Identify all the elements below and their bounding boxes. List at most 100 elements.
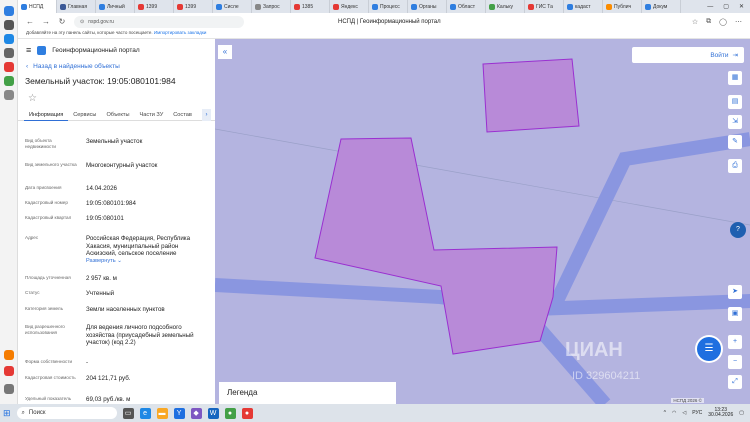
- tab-composition[interactable]: Состав: [168, 109, 197, 121]
- browser-tab[interactable]: Главная: [57, 0, 96, 13]
- store-icon[interactable]: ◆: [190, 407, 202, 419]
- chat-button[interactable]: ☰: [697, 337, 721, 361]
- tray-arrow-icon[interactable]: ^: [664, 410, 666, 416]
- watermark-id: ID 329604211: [572, 370, 641, 382]
- browser-tab[interactable]: Яндекс: [330, 0, 369, 13]
- back-icon[interactable]: ←: [26, 17, 34, 26]
- legend-label: Легенда: [227, 388, 258, 397]
- browser-tab[interactable]: Публич: [603, 0, 642, 13]
- browser-tab[interactable]: 1399: [174, 0, 213, 13]
- legend-bar[interactable]: Легенда: [219, 382, 396, 404]
- volume-icon[interactable]: ◁: [682, 410, 686, 416]
- draw-tool-icon[interactable]: ✎: [728, 135, 742, 149]
- close-icon[interactable]: ✕: [739, 3, 744, 10]
- zoom-out-icon[interactable]: −: [728, 355, 742, 369]
- info-label: Адрес: [25, 235, 39, 240]
- hamburger-menu-icon[interactable]: ≡: [26, 45, 31, 55]
- yandex-icon[interactable]: Y: [173, 407, 185, 419]
- profile-icon[interactable]: ◯: [719, 18, 727, 26]
- browser-tab-label: Област: [458, 3, 476, 10]
- info-value-text: 204 121,71 руб.: [86, 375, 131, 382]
- app-icon[interactable]: [4, 76, 14, 86]
- favorite-star-icon[interactable]: ☆: [18, 93, 215, 104]
- app-icon[interactable]: ●: [224, 407, 236, 419]
- login-button[interactable]: Войти ⇥: [632, 47, 744, 63]
- tab-info[interactable]: Информация: [24, 109, 69, 121]
- info-value: Учтенный: [86, 290, 204, 298]
- zoom-in-icon[interactable]: +: [728, 335, 742, 349]
- browser-tab[interactable]: Личный: [96, 0, 135, 13]
- network-icon[interactable]: ◠: [672, 410, 676, 416]
- expand-label: Развернуть: [86, 257, 116, 264]
- browser-tab[interactable]: Процесс: [369, 0, 408, 13]
- geolocation-icon[interactable]: ➤: [728, 285, 742, 299]
- app-icon[interactable]: [4, 34, 14, 44]
- print-tool-icon[interactable]: ⎙: [728, 159, 742, 173]
- browser-tab[interactable]: 1399: [135, 0, 174, 13]
- clock[interactable]: 13:23 30.04.2026: [708, 407, 733, 419]
- info-label: Удельный показатель: [25, 396, 72, 401]
- tab-services[interactable]: Сервисы: [68, 109, 101, 121]
- layers-tool-icon[interactable]: ▦: [728, 71, 742, 85]
- notifications-icon[interactable]: ▢: [739, 410, 744, 416]
- expand-address-link[interactable]: Развернуть ⌄: [86, 258, 204, 266]
- tab-parts[interactable]: Части ЗУ: [135, 109, 169, 121]
- parcel-contour-2[interactable]: [314, 137, 558, 355]
- browser-tab[interactable]: Докум: [642, 0, 681, 13]
- menu-icon[interactable]: ⋯: [735, 18, 742, 26]
- help-icon[interactable]: ?: [730, 222, 746, 238]
- app-icon[interactable]: [4, 62, 14, 72]
- app-icon[interactable]: [4, 350, 14, 360]
- tab-favicon-icon: [528, 3, 534, 10]
- maximize-icon[interactable]: ▢: [723, 3, 729, 10]
- app-icon[interactable]: [4, 90, 14, 100]
- parcel-contour-1[interactable]: [482, 58, 580, 133]
- info-value: Многоконтурный участок: [86, 162, 204, 170]
- bookmark-star-icon[interactable]: ☆: [692, 18, 698, 26]
- tab-favicon-icon: [60, 3, 66, 10]
- map-view[interactable]: « Войти ⇥ ▦ ▤ ⇲ ✎ ⎙ ? ➤ ▣ + − ⤢ ЦИАН ID …: [215, 39, 750, 404]
- browser-tab-label: 1385: [302, 3, 314, 10]
- app-icon[interactable]: [4, 366, 14, 376]
- forward-icon[interactable]: →: [42, 17, 50, 26]
- extensions-icon[interactable]: ⧉: [706, 18, 711, 26]
- fullscreen-icon[interactable]: ⤢: [728, 375, 742, 389]
- taskbar-search[interactable]: ⌕ Поиск: [16, 407, 117, 419]
- app-icon[interactable]: ●: [241, 407, 253, 419]
- browser-tab[interactable]: 1385: [291, 0, 330, 13]
- browser-tab[interactable]: Област: [447, 0, 486, 13]
- minimize-icon[interactable]: —: [707, 4, 713, 10]
- browser-tab[interactable]: НСПД: [18, 0, 57, 13]
- url-input[interactable]: ⊙ nspd.gov.ru: [74, 15, 244, 28]
- app-icon[interactable]: [4, 48, 14, 58]
- site-info-icon[interactable]: ⊙: [80, 19, 84, 25]
- collapse-panel-button[interactable]: «: [218, 45, 232, 59]
- browser-tab[interactable]: Запрос: [252, 0, 291, 13]
- task-view-icon[interactable]: ▭: [122, 407, 134, 419]
- edge-icon[interactable]: e: [139, 407, 151, 419]
- app-icon[interactable]: [4, 20, 14, 30]
- table-tool-icon[interactable]: ▤: [728, 95, 742, 109]
- measure-tool-icon[interactable]: ⇲: [728, 115, 742, 129]
- browser-tab[interactable]: Сисле: [213, 0, 252, 13]
- browser-tab[interactable]: Органы: [408, 0, 447, 13]
- settings-icon[interactable]: [4, 384, 14, 394]
- reload-icon[interactable]: ↻: [58, 17, 66, 26]
- tabs-scroll-right-icon[interactable]: ›: [202, 109, 211, 121]
- word-icon[interactable]: W: [207, 407, 219, 419]
- info-value-text: -: [86, 359, 89, 366]
- browser-tab-label: Главная: [68, 3, 88, 10]
- map-canvas[interactable]: [215, 39, 750, 404]
- explorer-icon[interactable]: ▬: [156, 407, 168, 419]
- language-indicator[interactable]: РУС: [692, 410, 702, 416]
- browser-tab[interactable]: Кальку: [486, 0, 525, 13]
- tab-objects[interactable]: Объекты: [101, 109, 134, 121]
- back-to-results-link[interactable]: ‹ Назад в найденные объекты: [18, 63, 215, 70]
- windows-start-icon[interactable]: ⊞: [3, 408, 11, 419]
- browser-tab[interactable]: кадаст: [564, 0, 603, 13]
- app-icon[interactable]: [4, 6, 14, 16]
- tab-favicon-icon: [255, 3, 261, 10]
- browser-tab[interactable]: ГИС Та: [525, 0, 564, 13]
- grid-tool-icon[interactable]: ▣: [728, 307, 742, 321]
- import-bookmarks-link[interactable]: Импортировать закладки: [154, 30, 206, 35]
